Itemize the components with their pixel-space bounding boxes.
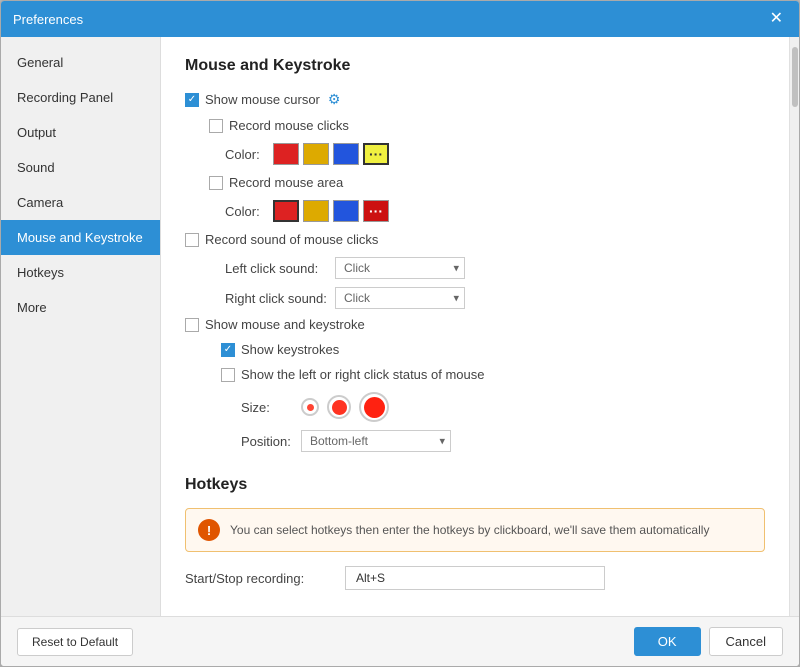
ok-button[interactable]: OK [634, 627, 701, 656]
hotkeys-info-box: ! You can select hotkeys then enter the … [185, 508, 765, 552]
main-content: Mouse and Keystroke Show mouse cursor ⚙ … [161, 37, 789, 616]
record-mouse-area-label: Record mouse area [229, 175, 343, 190]
scrollbar-thumb[interactable] [792, 47, 798, 107]
cancel-button[interactable]: Cancel [709, 627, 783, 656]
color-label-2: Color: [225, 204, 265, 219]
record-sound-row: Record sound of mouse clicks [185, 232, 765, 247]
right-click-sound-dropdown[interactable]: Click [335, 287, 465, 309]
scrollbar-track[interactable] [789, 37, 799, 616]
color-swatch-blue-1[interactable] [333, 143, 359, 165]
position-dropdown[interactable]: Bottom-left Bottom-right Top-left Top-ri… [301, 430, 451, 452]
record-mouse-clicks-row: Record mouse clicks [209, 118, 765, 133]
reset-button[interactable]: Reset to Default [17, 628, 133, 656]
show-lr-click-checkbox[interactable] [221, 368, 235, 382]
hotkeys-section-title: Hotkeys [185, 476, 765, 494]
start-stop-row: Start/Stop recording: [185, 566, 765, 590]
record-sound-checkbox[interactable] [185, 233, 199, 247]
preferences-dialog: Preferences ✕ General Recording Panel Ou… [0, 0, 800, 667]
info-icon: ! [198, 519, 220, 541]
size-small[interactable] [301, 398, 319, 416]
dialog-body: General Recording Panel Output Sound Cam… [1, 37, 799, 616]
dialog-title: Preferences [13, 12, 83, 27]
record-mouse-clicks-label: Record mouse clicks [229, 118, 349, 133]
title-bar: Preferences ✕ [1, 1, 799, 37]
gear-icon[interactable]: ⚙ [328, 91, 341, 108]
color-more-1[interactable]: ··· [363, 143, 389, 165]
sidebar-item-hotkeys[interactable]: Hotkeys [1, 255, 160, 290]
sidebar-item-general[interactable]: General [1, 45, 160, 80]
right-click-sound-label: Right click sound: [225, 291, 335, 306]
show-mouse-cursor-checkbox[interactable] [185, 93, 199, 107]
show-mouse-keystroke-label: Show mouse and keystroke [205, 317, 365, 332]
hotkeys-section: Hotkeys ! You can select hotkeys then en… [185, 476, 765, 590]
color-more-2[interactable]: ··· [363, 200, 389, 222]
dialog-footer: Reset to Default OK Cancel [1, 616, 799, 666]
left-click-sound-dropdown[interactable]: Click [335, 257, 465, 279]
main-scroll-area: Mouse and Keystroke Show mouse cursor ⚙ … [161, 37, 799, 616]
left-click-sound-label: Left click sound: [225, 261, 335, 276]
right-click-sound-row: Right click sound: Click [225, 287, 765, 309]
start-stop-input[interactable] [345, 566, 605, 590]
record-mouse-area-checkbox[interactable] [209, 176, 223, 190]
record-mouse-area-row: Record mouse area [209, 175, 765, 190]
show-lr-click-row: Show the left or right click status of m… [221, 367, 765, 382]
sidebar-item-sound[interactable]: Sound [1, 150, 160, 185]
show-keystrokes-label: Show keystrokes [241, 342, 339, 357]
size-row: Size: [241, 392, 765, 422]
position-row: Position: Bottom-left Bottom-right Top-l… [241, 430, 765, 452]
left-click-sound-dropdown-wrapper: Click [335, 257, 465, 279]
show-keystrokes-checkbox[interactable] [221, 343, 235, 357]
hotkeys-info-text: You can select hotkeys then enter the ho… [230, 523, 709, 537]
sidebar-item-camera[interactable]: Camera [1, 185, 160, 220]
show-mouse-cursor-row: Show mouse cursor ⚙ [185, 91, 765, 108]
size-label: Size: [241, 400, 301, 415]
sidebar-item-more[interactable]: More [1, 290, 160, 325]
color-swatch-yellow-1[interactable] [303, 143, 329, 165]
show-keystrokes-row: Show keystrokes [221, 342, 765, 357]
color-swatch-red-2[interactable] [273, 200, 299, 222]
show-mouse-keystroke-checkbox[interactable] [185, 318, 199, 332]
color-label-1: Color: [225, 147, 265, 162]
record-mouse-clicks-checkbox[interactable] [209, 119, 223, 133]
size-medium[interactable] [327, 395, 351, 419]
size-large[interactable] [359, 392, 389, 422]
show-lr-click-label: Show the left or right click status of m… [241, 367, 485, 382]
sidebar: General Recording Panel Output Sound Cam… [1, 37, 161, 616]
sidebar-item-recording-panel[interactable]: Recording Panel [1, 80, 160, 115]
footer-right: OK Cancel [634, 627, 783, 656]
mouse-section-title: Mouse and Keystroke [185, 57, 765, 75]
color-swatch-yellow-2[interactable] [303, 200, 329, 222]
color-row-2: Color: ··· [225, 200, 765, 222]
position-dropdown-wrapper: Bottom-left Bottom-right Top-left Top-ri… [301, 430, 451, 452]
sidebar-item-mouse-keystroke[interactable]: Mouse and Keystroke [1, 220, 160, 255]
color-row-1: Color: ··· [225, 143, 765, 165]
show-mouse-keystroke-row: Show mouse and keystroke [185, 317, 765, 332]
start-stop-label: Start/Stop recording: [185, 571, 345, 586]
color-swatch-red-1[interactable] [273, 143, 299, 165]
show-mouse-cursor-label: Show mouse cursor [205, 92, 320, 107]
left-click-sound-row: Left click sound: Click [225, 257, 765, 279]
close-button[interactable]: ✕ [766, 9, 787, 29]
sidebar-item-output[interactable]: Output [1, 115, 160, 150]
record-sound-label: Record sound of mouse clicks [205, 232, 378, 247]
color-swatch-blue-2[interactable] [333, 200, 359, 222]
right-click-sound-dropdown-wrapper: Click [335, 287, 465, 309]
position-label: Position: [241, 434, 301, 449]
